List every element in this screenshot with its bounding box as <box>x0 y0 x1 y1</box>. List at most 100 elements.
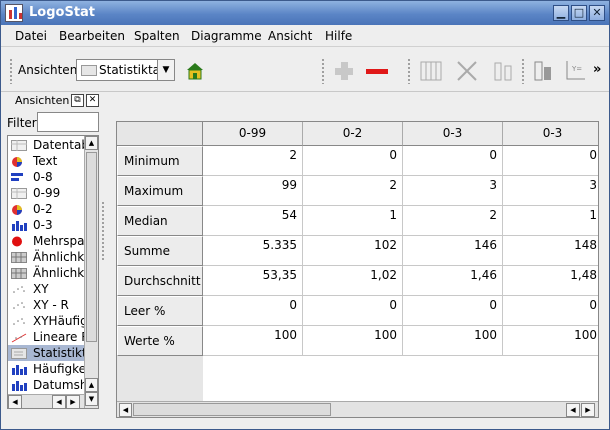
row-header[interactable]: Median <box>117 206 203 236</box>
table-cell[interactable]: 2 <box>303 176 403 206</box>
table-scroll-thumb[interactable] <box>133 403 331 416</box>
menu-spalten[interactable]: Spalten <box>134 29 180 43</box>
toolbar-overflow-button[interactable]: » <box>593 62 601 77</box>
home-button[interactable] <box>183 59 207 83</box>
table-cell[interactable]: 102 <box>303 236 403 266</box>
table-cell[interactable]: 3 <box>403 176 503 206</box>
remove-button[interactable] <box>365 59 389 83</box>
list-item[interactable]: Datentabelle <box>8 137 84 153</box>
menu-hilfe[interactable]: Hilfe <box>325 29 352 43</box>
list-item[interactable]: Datumshistogramm <box>8 377 84 393</box>
table-cell[interactable]: 0 <box>503 296 598 326</box>
table-cell[interactable]: 54 <box>203 206 303 236</box>
table-cell[interactable]: 146 <box>403 236 503 266</box>
list-scroll-thumb[interactable] <box>86 152 97 342</box>
row-header[interactable]: Werte % <box>117 326 203 356</box>
table-cell[interactable]: 0 <box>403 296 503 326</box>
list-item[interactable]: Mehrspaltig <box>8 233 84 249</box>
minimize-icon[interactable]: ▁ <box>553 5 569 21</box>
split-columns-button[interactable] <box>491 59 515 83</box>
table-cell[interactable]: 148 <box>503 236 598 266</box>
table-cell[interactable]: 5.335 <box>203 236 303 266</box>
list-item[interactable]: 0-2 <box>8 201 84 217</box>
row-header[interactable]: Durchschnitt <box>117 266 203 296</box>
table-cell[interactable]: 2 <box>203 146 303 176</box>
list-item-label: 0-8 <box>33 170 53 184</box>
chart-button[interactable] <box>531 59 555 83</box>
list-horizontal-scrollbar[interactable]: ◀ ◀ ▶ <box>8 394 84 408</box>
toolbar-grip[interactable] <box>9 58 13 84</box>
list-item[interactable]: Häufigkeit <box>8 361 84 377</box>
list-item[interactable]: Lineare Regression <box>8 329 84 345</box>
views-combobox[interactable]: Statistiktabelle ▼ <box>76 59 175 81</box>
list-item[interactable]: Statistiktabelle <box>8 345 84 361</box>
line-icon <box>11 332 27 343</box>
chevron-down-icon[interactable]: ▼ <box>157 60 174 80</box>
row-header[interactable]: Summe <box>117 236 203 266</box>
undock-icon[interactable]: ⧉ <box>71 94 84 107</box>
scroll-down-icon[interactable]: ▼ <box>85 392 98 406</box>
table-cell[interactable]: 53,35 <box>203 266 303 296</box>
table-cell[interactable]: 100 <box>203 326 303 356</box>
list-item[interactable]: Ähnlichkeit <box>8 249 84 265</box>
panel-close-icon[interactable]: ✕ <box>86 94 99 107</box>
table-cell[interactable]: 100 <box>403 326 503 356</box>
close-icon[interactable]: ✕ <box>589 5 605 21</box>
column-header[interactable]: 0-2 <box>303 122 403 146</box>
column-header[interactable]: 0-3 <box>403 122 503 146</box>
maximize-icon[interactable]: □ <box>571 5 587 21</box>
table-cell[interactable]: 1,48 <box>503 266 598 296</box>
panel-splitter[interactable] <box>101 201 105 261</box>
list-item[interactable]: 0-8 <box>8 169 84 185</box>
row-header[interactable]: Leer % <box>117 296 203 326</box>
scroll-right-icon[interactable]: ▶ <box>66 395 80 408</box>
table-horizontal-scrollbar[interactable]: ◀ ◀ ▶ <box>117 401 598 417</box>
table-scroll-right-icon[interactable]: ▶ <box>581 403 595 417</box>
table-cell[interactable]: 2 <box>403 206 503 236</box>
table-cell[interactable]: 1 <box>503 206 598 236</box>
table-cell[interactable]: 3 <box>503 176 598 206</box>
list-item[interactable]: Text <box>8 153 84 169</box>
table-cell[interactable]: 1,46 <box>403 266 503 296</box>
list-item[interactable]: XY <box>8 281 84 297</box>
table-cell[interactable]: 100 <box>503 326 598 356</box>
list-item[interactable]: 0-3 <box>8 217 84 233</box>
columns-button[interactable] <box>419 59 443 83</box>
list-vertical-scrollbar[interactable]: ▲ ▲ ▼ <box>84 136 98 408</box>
table-cell[interactable]: 0 <box>303 146 403 176</box>
column-header[interactable]: 0-3 <box>503 122 598 146</box>
title-bar[interactable]: LogoStat ▁ □ ✕ <box>1 1 609 25</box>
row-header[interactable]: Maximum <box>117 176 203 206</box>
table-cell[interactable]: 0 <box>403 146 503 176</box>
table-cell[interactable]: 1,02 <box>303 266 403 296</box>
menu-bearbeiten[interactable]: Bearbeiten <box>59 29 125 43</box>
table-cell[interactable]: 1 <box>303 206 403 236</box>
table-scroll-left-icon-2[interactable]: ◀ <box>566 403 580 417</box>
table-cell[interactable]: 100 <box>303 326 403 356</box>
table-cell[interactable]: 0 <box>203 296 303 326</box>
menu-diagramme[interactable]: Diagramme <box>191 29 262 43</box>
list-item[interactable]: 0-99 <box>8 185 84 201</box>
xy-chart-button[interactable]: Y= <box>563 59 587 83</box>
list-item[interactable]: XY - R <box>8 297 84 313</box>
table-cell[interactable]: 0 <box>303 296 403 326</box>
scroll-up-icon-2[interactable]: ▲ <box>85 378 98 392</box>
toolbar-grip-4[interactable] <box>521 58 525 84</box>
row-header[interactable]: Minimum <box>117 146 203 176</box>
delete-column-button[interactable] <box>455 59 479 83</box>
column-header[interactable]: 0-99 <box>203 122 303 146</box>
filter-input[interactable] <box>37 112 99 132</box>
scroll-left-icon-2[interactable]: ◀ <box>52 395 66 408</box>
scroll-up-icon[interactable]: ▲ <box>85 136 98 150</box>
add-button[interactable] <box>332 59 356 83</box>
menu-ansicht[interactable]: Ansicht <box>268 29 312 43</box>
table-cell[interactable]: 0 <box>503 146 598 176</box>
table-cell[interactable]: 99 <box>203 176 303 206</box>
list-item[interactable]: Ähnlichkeit <box>8 265 84 281</box>
list-item[interactable]: XYHäufigkeit <box>8 313 84 329</box>
menu-datei[interactable]: Datei <box>15 29 47 43</box>
toolbar-grip-3[interactable] <box>407 58 411 84</box>
scroll-left-icon[interactable]: ◀ <box>8 395 22 408</box>
toolbar-grip-2[interactable] <box>321 58 325 84</box>
table-scroll-left-icon[interactable]: ◀ <box>119 403 132 417</box>
